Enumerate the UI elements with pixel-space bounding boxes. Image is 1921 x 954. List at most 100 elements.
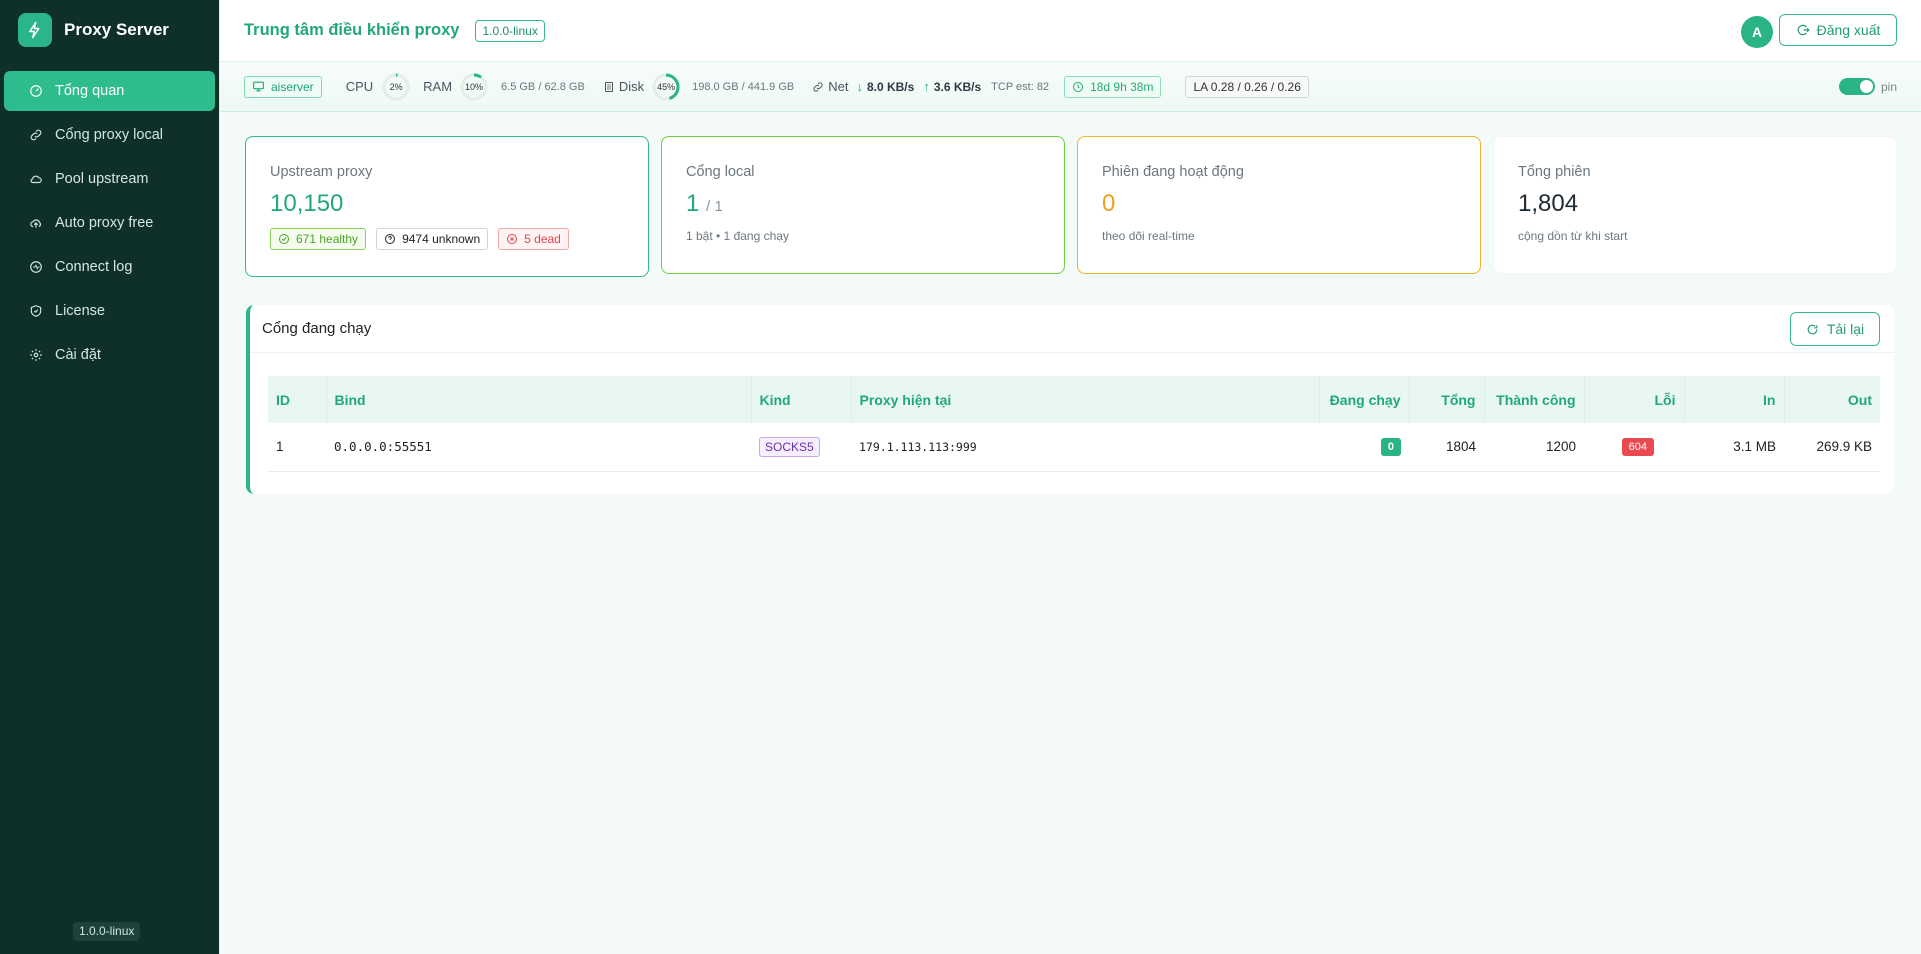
local-port-total: / 1	[706, 198, 723, 215]
logout-icon	[1796, 23, 1810, 37]
panel-title: Cổng đang chạy	[262, 320, 372, 337]
running-badge: 0	[1380, 437, 1401, 456]
cell-out: 269.9 KB	[1784, 423, 1880, 472]
net-up-speed: 3.6 KB/s	[933, 79, 982, 94]
ram-label: RAM	[423, 79, 453, 94]
card-label: Cổng local	[686, 164, 755, 180]
ports-table: ID Bind Kind Proxy hiện tại Đang chạy Tổ…	[268, 376, 1880, 472]
cloud-icon	[28, 171, 44, 187]
sidebar-item-overview[interactable]: Tổng quan	[4, 71, 215, 111]
clock-icon	[1072, 81, 1084, 93]
local-port-count: 1	[686, 190, 700, 217]
monitor-icon	[252, 80, 265, 93]
column-header-bind[interactable]: Bind	[326, 376, 752, 423]
column-header-running[interactable]: Đang chạy	[1319, 376, 1410, 423]
sidebar-item-settings[interactable]: Cài đặt	[4, 335, 215, 375]
sidebar-item-auto-proxy[interactable]: Auto proxy free	[4, 203, 215, 243]
disk-icon	[603, 81, 615, 93]
unknown-chip: 9474 unknown	[376, 228, 489, 250]
reload-button[interactable]: Tải lại	[1790, 312, 1880, 346]
activity-icon	[28, 259, 44, 275]
card-subtext: cộng dồn từ khi start	[1518, 229, 1628, 243]
host-name: aiserver	[271, 79, 314, 94]
sidebar-item-license[interactable]: License	[4, 291, 215, 331]
net-down-speed: 8.0 KB/s	[866, 79, 915, 94]
link-icon	[28, 127, 44, 143]
logout-button[interactable]: Đăng xuất	[1779, 14, 1897, 46]
card-value: 1 / 1	[686, 190, 1040, 218]
column-header-in[interactable]: In	[1684, 376, 1785, 423]
sidebar-item-pool-upstream[interactable]: Pool upstream	[4, 159, 215, 199]
cloud-upload-icon	[28, 215, 44, 231]
cell-success: 1200	[1484, 423, 1584, 472]
avatar[interactable]: A	[1741, 16, 1773, 48]
table-header-row: ID Bind Kind Proxy hiện tại Đang chạy Tổ…	[268, 376, 1880, 423]
healthy-chip: 671 healthy	[270, 228, 367, 250]
pin-switch[interactable]	[1838, 78, 1875, 95]
arrow-down-icon: ↓	[856, 79, 863, 94]
dashboard-icon	[28, 83, 44, 99]
version-badge: 1.0.0-linux	[475, 19, 545, 42]
bolt-icon	[18, 13, 52, 47]
card-value: 10,150	[270, 190, 344, 217]
refresh-icon	[1806, 323, 1819, 336]
total-sessions-card: Tổng phiên 1,804 cộng dồn từ khi start	[1493, 136, 1897, 274]
upstream-proxy-card: Upstream proxy 10,150 671 healthy 9474 u…	[245, 136, 649, 277]
column-header-success[interactable]: Thành công	[1484, 376, 1585, 423]
sidebar-item-label: Cài đặt	[55, 347, 101, 363]
column-header-errors[interactable]: Lỗi	[1584, 376, 1685, 423]
uptime-badge: 18d 9h 38m	[1064, 75, 1162, 98]
sidebar-item-label: Cổng proxy local	[55, 127, 163, 143]
card-subtext: 1 bật • 1 đang chạy	[686, 229, 789, 243]
sidebar-item-connect-log[interactable]: Connect log	[4, 247, 215, 287]
sidebar-item-label: Auto proxy free	[55, 215, 154, 231]
main-content: Trung tâm điều khiển proxy 1.0.0-linux A…	[219, 0, 1921, 954]
uptime-value: 18d 9h 38m	[1090, 79, 1154, 94]
network-icon	[812, 81, 824, 93]
cpu-label: CPU	[345, 79, 374, 94]
unknown-count: 9474 unknown	[402, 232, 481, 246]
column-header-out[interactable]: Out	[1784, 376, 1880, 423]
dead-count: 5 dead	[524, 232, 561, 246]
brand[interactable]: Proxy Server	[0, 0, 219, 60]
logout-label: Đăng xuất	[1816, 22, 1881, 38]
top-bar: Trung tâm điều khiển proxy 1.0.0-linux A…	[220, 0, 1921, 62]
sidebar-item-label: Connect log	[55, 259, 133, 275]
sidebar: Proxy Server Tổng quan Cổng proxy local …	[0, 0, 219, 954]
sidebar-nav: Tổng quan Cổng proxy local Pool upstream…	[0, 71, 219, 375]
cell-current-proxy: 179.1.113.113:999	[851, 423, 1319, 472]
card-value: 0	[1102, 190, 1116, 217]
app-name: Proxy Server	[64, 20, 169, 39]
sidebar-item-label: Tổng quan	[55, 83, 125, 99]
cell-kind: SOCKS5	[751, 423, 851, 472]
question-circle-icon	[384, 233, 396, 245]
check-circle-icon	[278, 233, 290, 245]
column-header-kind[interactable]: Kind	[751, 376, 852, 423]
column-header-current-proxy[interactable]: Proxy hiện tại	[851, 376, 1320, 423]
sidebar-item-local-ports[interactable]: Cổng proxy local	[4, 115, 215, 155]
pin-label: pin	[1880, 79, 1897, 94]
sidebar-item-label: Pool upstream	[55, 171, 149, 187]
page-title: Trung tâm điều khiển proxy	[244, 21, 460, 39]
cell-in: 3.1 MB	[1684, 423, 1784, 472]
disk-percent: 45%	[657, 81, 676, 92]
tcp-established: TCP est: 82	[991, 80, 1050, 93]
kind-badge: SOCKS5	[759, 436, 820, 457]
error-badge: 604	[1621, 437, 1654, 456]
gear-icon	[28, 347, 44, 363]
cell-running: 0	[1319, 423, 1409, 472]
pin-toggle[interactable]: pin	[1838, 78, 1897, 95]
column-header-total[interactable]: Tổng	[1409, 376, 1485, 423]
cell-total: 1804	[1409, 423, 1484, 472]
cell-bind: 0.0.0.0:55551	[326, 423, 751, 472]
shield-icon	[28, 303, 44, 319]
column-header-id[interactable]: ID	[268, 376, 327, 423]
cell-id: 1	[268, 423, 326, 472]
table-row[interactable]: 1 0.0.0.0:55551 SOCKS5 179.1.113.113:999…	[268, 423, 1880, 472]
reload-label: Tải lại	[1826, 321, 1865, 337]
card-subtext: theo dõi real-time	[1102, 229, 1195, 243]
system-status-bar: aiserver CPU 2% RAM 10% 6.5 GB / 62.8 GB…	[220, 62, 1921, 112]
net-label: Net	[828, 79, 849, 94]
sidebar-item-label: License	[55, 303, 105, 319]
disk-gauge: 45%	[651, 72, 681, 102]
